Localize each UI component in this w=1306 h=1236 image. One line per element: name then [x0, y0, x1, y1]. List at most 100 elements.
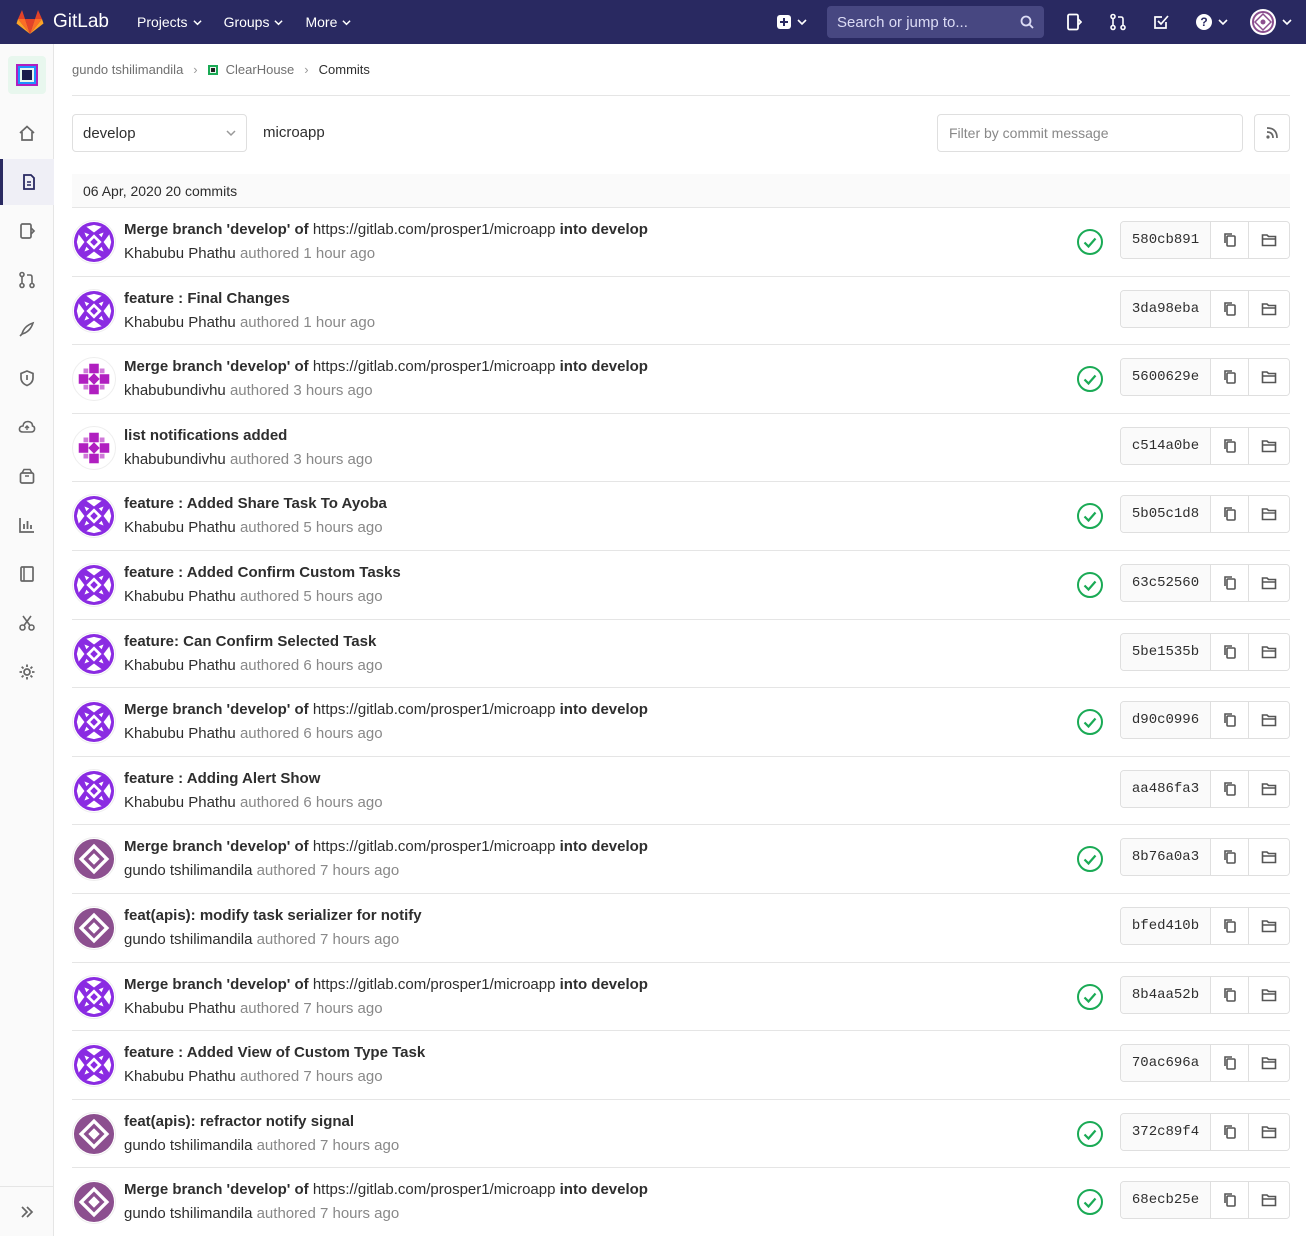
commit-title[interactable]: list notifications added [124, 427, 287, 444]
copy-sha-button[interactable] [1211, 1113, 1249, 1150]
issues-nav-button[interactable] [1066, 13, 1084, 31]
commit-author[interactable]: gundo tshilimandila [124, 931, 252, 948]
author-avatar[interactable] [72, 288, 116, 333]
commit-sha[interactable]: d90c0996 [1121, 702, 1211, 739]
browse-files-button[interactable] [1249, 1182, 1289, 1219]
commit-author[interactable]: Khabubu Phathu [124, 1000, 236, 1017]
commit-sha[interactable]: 63c52560 [1121, 564, 1211, 601]
sidebar-item-issues[interactable] [0, 208, 54, 254]
browse-files-button[interactable] [1249, 359, 1289, 396]
commit-title[interactable]: Merge branch 'develop' of https://gitlab… [124, 221, 648, 238]
commit-title-url[interactable]: https://gitlab.com/prosper1/microapp [313, 221, 556, 238]
author-avatar[interactable] [72, 1180, 116, 1225]
author-avatar[interactable] [72, 1043, 116, 1088]
commit-title-url[interactable]: https://gitlab.com/prosper1/microapp [313, 976, 556, 993]
rss-feed-button[interactable] [1254, 114, 1290, 152]
commit-author[interactable]: Khabubu Phathu [124, 794, 236, 811]
breadcrumb-current[interactable]: Commits [319, 62, 370, 77]
sidebar-item-wiki[interactable] [0, 551, 54, 597]
sidebar-item-repository[interactable] [0, 159, 54, 205]
author-avatar[interactable] [72, 425, 116, 470]
browse-files-button[interactable] [1249, 290, 1289, 327]
commit-title[interactable]: Merge branch 'develop' of https://gitlab… [124, 358, 648, 375]
commit-title[interactable]: feature: Can Confirm Selected Task [124, 633, 376, 650]
nav-more[interactable]: More [305, 14, 351, 30]
commit-sha[interactable]: 5be1535b [1121, 633, 1211, 670]
commit-title[interactable]: Merge branch 'develop' of https://gitlab… [124, 1181, 648, 1198]
author-avatar[interactable] [72, 974, 116, 1019]
commit-author[interactable]: Khabubu Phathu [124, 245, 236, 262]
copy-sha-button[interactable] [1211, 702, 1249, 739]
browse-files-button[interactable] [1249, 702, 1289, 739]
gitlab-brand[interactable]: GitLab [16, 9, 109, 35]
commit-sha[interactable]: 5600629e [1121, 359, 1211, 396]
author-avatar[interactable] [72, 905, 116, 950]
nav-groups[interactable]: Groups [224, 14, 284, 30]
sidebar-item-analytics[interactable] [0, 502, 54, 548]
pipeline-status[interactable] [1076, 1120, 1104, 1148]
commit-author[interactable]: gundo tshilimandila [124, 1205, 252, 1222]
user-menu-button[interactable] [1250, 9, 1292, 35]
commit-author[interactable]: khabubundivhu [124, 382, 226, 399]
sidebar-item-snippets[interactable] [0, 600, 54, 646]
author-avatar[interactable] [72, 494, 116, 539]
browse-files-button[interactable] [1249, 496, 1289, 533]
commit-title-url[interactable]: https://gitlab.com/prosper1/microapp [313, 701, 556, 718]
path-breadcrumb[interactable]: microapp [263, 124, 325, 141]
commit-title[interactable]: Merge branch 'develop' of https://gitlab… [124, 701, 648, 718]
nav-projects[interactable]: Projects [137, 14, 202, 30]
commit-sha[interactable]: bfed410b [1121, 907, 1211, 944]
commit-title[interactable]: Merge branch 'develop' of https://gitlab… [124, 838, 648, 855]
pipeline-status[interactable] [1076, 983, 1104, 1011]
pipeline-status[interactable] [1076, 845, 1104, 873]
commit-filter-input[interactable]: Filter by commit message [937, 114, 1243, 152]
pipeline-status[interactable] [1076, 502, 1104, 530]
commit-title[interactable]: feature : Final Changes [124, 290, 290, 307]
commit-author[interactable]: Khabubu Phathu [124, 1068, 236, 1085]
branch-dropdown[interactable]: develop [72, 114, 247, 152]
commit-sha[interactable]: 68ecb25e [1121, 1182, 1211, 1219]
copy-sha-button[interactable] [1211, 1045, 1249, 1082]
browse-files-button[interactable] [1249, 222, 1289, 258]
help-button[interactable]: ? [1195, 13, 1228, 31]
copy-sha-button[interactable] [1211, 633, 1249, 670]
copy-sha-button[interactable] [1211, 222, 1249, 258]
commit-sha[interactable]: 3da98eba [1121, 290, 1211, 327]
commit-title-url[interactable]: https://gitlab.com/prosper1/microapp [313, 1181, 556, 1198]
sidebar-item-operations[interactable] [0, 404, 54, 450]
project-avatar[interactable] [8, 56, 46, 94]
commit-title-url[interactable]: https://gitlab.com/prosper1/microapp [313, 358, 556, 375]
copy-sha-button[interactable] [1211, 1182, 1249, 1219]
commit-author[interactable]: Khabubu Phathu [124, 725, 236, 742]
pipeline-status[interactable] [1076, 571, 1104, 599]
author-avatar[interactable] [72, 700, 116, 745]
commit-title[interactable]: feat(apis): modify task serializer for n… [124, 907, 422, 924]
commit-author[interactable]: gundo tshilimandila [124, 862, 252, 879]
commit-sha[interactable]: 70ac696a [1121, 1045, 1211, 1082]
search-input[interactable]: Search or jump to... [827, 6, 1044, 38]
commit-author[interactable]: Khabubu Phathu [124, 588, 236, 605]
browse-files-button[interactable] [1249, 633, 1289, 670]
author-avatar[interactable] [72, 357, 116, 402]
author-avatar[interactable] [72, 768, 116, 813]
author-avatar[interactable] [72, 220, 116, 264]
commit-title[interactable]: feature : Adding Alert Show [124, 770, 320, 787]
new-item-button[interactable] [776, 14, 807, 30]
copy-sha-button[interactable] [1211, 427, 1249, 464]
author-avatar[interactable] [72, 562, 116, 607]
sidebar-item-project-overview[interactable] [0, 110, 54, 156]
commit-author[interactable]: Khabubu Phathu [124, 519, 236, 536]
commit-title[interactable]: feature : Added Share Task To Ayoba [124, 495, 387, 512]
browse-files-button[interactable] [1249, 907, 1289, 944]
commit-author[interactable]: Khabubu Phathu [124, 657, 236, 674]
commit-title[interactable]: feat(apis): refractor notify signal [124, 1113, 354, 1130]
copy-sha-button[interactable] [1211, 359, 1249, 396]
copy-sha-button[interactable] [1211, 564, 1249, 601]
sidebar-item-settings[interactable] [0, 649, 54, 695]
author-avatar[interactable] [72, 837, 116, 882]
browse-files-button[interactable] [1249, 1045, 1289, 1082]
browse-files-button[interactable] [1249, 839, 1289, 876]
commit-sha[interactable]: c514a0be [1121, 427, 1211, 464]
copy-sha-button[interactable] [1211, 290, 1249, 327]
commit-sha[interactable]: 580cb891 [1121, 222, 1211, 258]
